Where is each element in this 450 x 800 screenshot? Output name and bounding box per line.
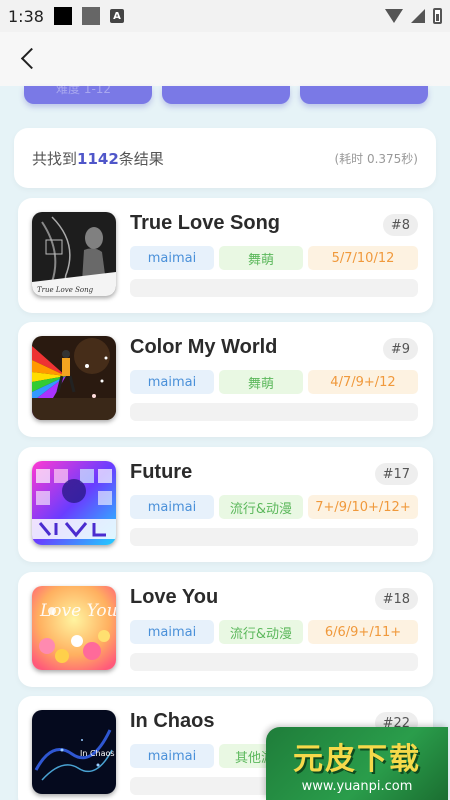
battery-icon — [433, 8, 442, 24]
song-rank: #17 — [374, 463, 418, 485]
result-prefix: 共找到 — [32, 149, 78, 168]
song-rank: #8 — [382, 214, 418, 236]
song-info-bar — [130, 528, 418, 546]
song-info-bar — [130, 403, 418, 421]
song-title: Color My World — [130, 336, 278, 358]
elapsed-time: (耗时 0.375秒) — [334, 151, 418, 166]
platform-tag: maimai — [130, 246, 214, 270]
result-count-text: 共找到1142条结果 — [32, 148, 164, 169]
levels-tag: 7+/9/10+/12+ — [308, 495, 418, 519]
song-cover: True Love Song — [32, 212, 116, 296]
song-title: True Love Song — [130, 212, 281, 234]
song-title: Future — [130, 461, 193, 483]
song-rank: #18 — [374, 588, 418, 610]
song-info-bar — [130, 653, 418, 671]
filter-button-2[interactable] — [162, 86, 290, 104]
watermark-title: 元皮下载 — [293, 741, 421, 777]
levels-tag: 4/7/9+/12 — [308, 370, 418, 394]
filter-button-difficulty[interactable]: 难度 1-12 — [24, 82, 152, 104]
filter-button-3[interactable] — [300, 86, 428, 104]
status-bar: 1:38 A — [0, 0, 450, 32]
a-badge-icon: A — [109, 9, 124, 23]
wifi-icon — [385, 9, 403, 23]
platform-tag: maimai — [130, 370, 214, 394]
song-cover: Love You — [32, 586, 116, 670]
status-time: 1:38 — [8, 6, 44, 26]
watermark-url: www.yuanpi.com — [301, 778, 413, 794]
song-card[interactable]: Love You Love You #18 maimai 流行&动漫 6/6/9… — [18, 572, 433, 687]
cover-text: Love You — [39, 601, 116, 621]
song-info-bar — [130, 279, 418, 297]
song-card[interactable]: True Love Song True Love Song #8 maimai … — [18, 198, 433, 313]
result-count: 1142 — [77, 149, 119, 168]
result-suffix: 条结果 — [118, 149, 164, 168]
song-card[interactable]: Color My World #9 maimai 舞萌 4/7/9+/12 — [18, 322, 433, 437]
result-summary: 共找到1142条结果 (耗时 0.375秒) — [14, 128, 436, 188]
notification-icon-2 — [81, 7, 100, 25]
notification-icon — [53, 7, 72, 25]
signal-icon — [411, 9, 425, 23]
song-cover — [32, 461, 116, 545]
platform-tag: maimai — [130, 620, 214, 644]
genre-tag: 流行&动漫 — [219, 620, 303, 644]
song-title: Love You — [130, 586, 219, 608]
back-button[interactable] — [12, 42, 44, 74]
genre-tag: 舞萌 — [219, 370, 303, 394]
filter-buttons: 难度 1-12 — [0, 82, 450, 104]
platform-tag: maimai — [130, 744, 214, 768]
filter-button-label: 难度 1-12 — [56, 82, 112, 96]
app-bar — [0, 32, 450, 86]
song-title: In Chaos — [130, 710, 215, 732]
song-cover: In Chaos — [32, 710, 116, 794]
watermark-logo: 元皮下载 www.yuanpi.com — [266, 727, 448, 800]
song-rank: #9 — [382, 338, 418, 360]
levels-tag: 5/7/10/12 — [308, 246, 418, 270]
levels-tag: 6/6/9+/11+ — [308, 620, 418, 644]
genre-tag: 舞萌 — [219, 246, 303, 270]
song-card[interactable]: Future #17 maimai 流行&动漫 7+/9/10+/12+ — [18, 447, 433, 562]
cover-text: True Love Song — [37, 286, 94, 294]
platform-tag: maimai — [130, 495, 214, 519]
cover-text: In Chaos — [80, 749, 115, 758]
status-indicators — [385, 8, 442, 24]
genre-tag: 流行&动漫 — [219, 495, 303, 519]
song-cover — [32, 336, 116, 420]
